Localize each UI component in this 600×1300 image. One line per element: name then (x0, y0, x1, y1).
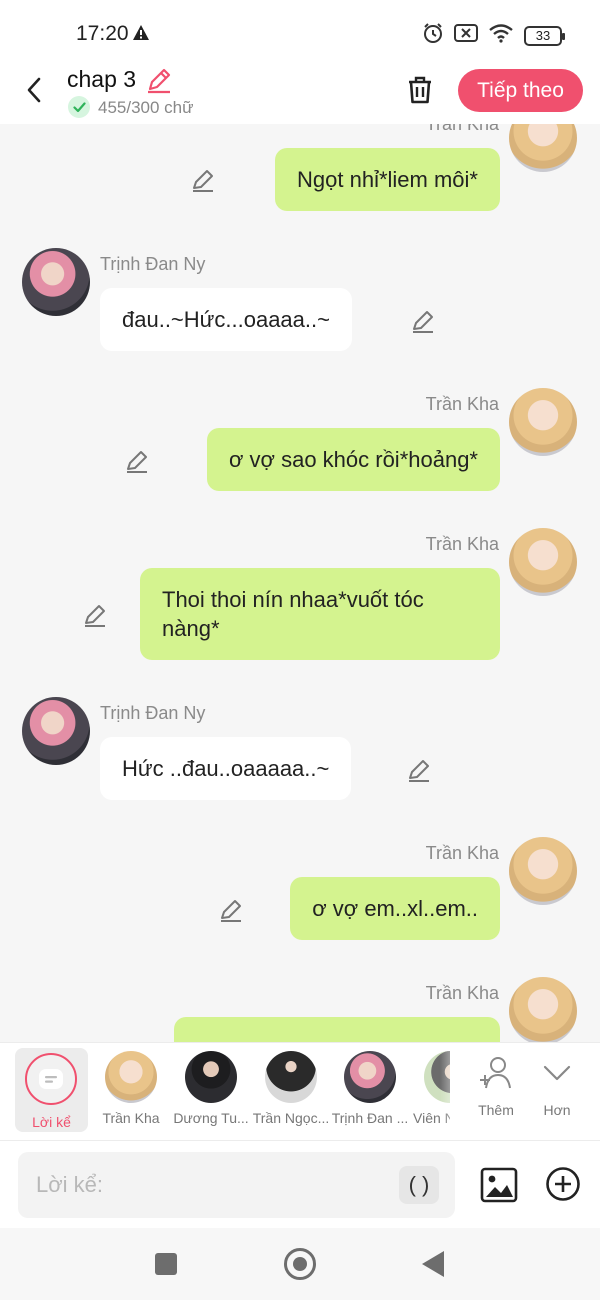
system-nav-bar (0, 1228, 600, 1300)
header: chap 3 455/300 chữ Tiếp theo (0, 62, 600, 124)
message-bubble[interactable]: Hức ..đau..oaaaaa..~ (100, 737, 352, 800)
back-button[interactable] (18, 74, 50, 106)
warning-icon (132, 24, 150, 46)
character-item[interactable]: Trần Kha (91, 1051, 171, 1126)
status-bar: 17:20 33 (0, 0, 600, 62)
character-bar: Lời kể Trần Kha Dương Tu... Trần Ngọc...… (0, 1042, 600, 1141)
more-label: Hơn (543, 1102, 571, 1118)
character-name: Trịnh Đan ... (331, 1110, 409, 1126)
chapter-title[interactable]: chap 3 (67, 66, 136, 93)
add-character-label: Thêm (478, 1102, 514, 1118)
chevron-left-icon (27, 77, 41, 103)
avatar (185, 1051, 237, 1103)
sender-name: Trần Kha (425, 983, 499, 1003)
status-icons: 33 (422, 22, 565, 49)
message-left: Trịnh Đan Ny đau..~Hức...oaaaa..~ (0, 248, 600, 358)
message-bubble[interactable]: ơ vợ sao khóc rồi*hoảng* (207, 428, 500, 491)
avatar (265, 1051, 317, 1103)
edit-message-icon[interactable] (82, 602, 108, 628)
edit-message-icon[interactable] (406, 757, 432, 783)
sender-name: Trịnh Đan Ny (100, 703, 206, 723)
input-placeholder: Lời kể: (36, 1172, 104, 1197)
character-item[interactable]: Trịnh Đan ... (330, 1051, 410, 1126)
edit-message-icon[interactable] (190, 167, 216, 193)
edit-title-icon[interactable] (145, 66, 173, 99)
wifi-icon (488, 23, 514, 48)
image-icon[interactable] (480, 1166, 518, 1204)
message-right: Trần Kha Thoi thoi nín nhaa*vuốt tóc nàn… (0, 528, 600, 668)
battery-icon: 33 (524, 25, 565, 46)
sender-name: Trần Kha (425, 394, 499, 414)
edit-message-icon[interactable] (218, 897, 244, 923)
avatar[interactable] (509, 977, 577, 1042)
sim-off-icon (454, 23, 478, 48)
message-right: Trần Kha Ngọt nhỉ*liem môi* (0, 124, 600, 214)
character-name: Trần Kha (102, 1110, 160, 1126)
character-name: Trần Ngọc... (252, 1110, 330, 1126)
avatar[interactable] (509, 388, 577, 456)
narration-label: Lời kể (32, 1114, 71, 1130)
message-bubble[interactable] (174, 1017, 500, 1042)
home-button[interactable] (284, 1248, 316, 1280)
add-icon[interactable] (545, 1166, 581, 1202)
message-bubble[interactable]: ơ vợ em..xl..em.. (290, 877, 500, 940)
parentheses-button[interactable]: ( ) (399, 1166, 439, 1204)
message-right: Trần Kha (0, 977, 600, 1042)
character-name: Dương Tu... (173, 1110, 249, 1126)
edit-message-icon[interactable] (410, 308, 436, 334)
composer: Lời kể: ( ) (0, 1140, 600, 1228)
message-left: Trịnh Đan Ny Hức ..đau..oaaaaa..~ (0, 697, 600, 807)
recent-apps-button[interactable] (155, 1253, 177, 1275)
character-item[interactable]: Trần Ngọc... (251, 1051, 331, 1126)
avatar (344, 1051, 396, 1103)
avatar[interactable] (509, 528, 577, 596)
alarm-icon (422, 22, 444, 49)
next-button[interactable]: Tiếp theo (458, 69, 583, 112)
status-time: 17:20 (76, 22, 129, 45)
sender-name: Trần Kha (425, 534, 499, 554)
avatar[interactable] (509, 124, 577, 172)
avatar[interactable] (22, 248, 90, 316)
sender-name: Trịnh Đan Ny (100, 254, 206, 274)
sender-name: Trần Kha (425, 843, 499, 863)
more-button[interactable]: Hơn (527, 1055, 587, 1118)
sender-name: Trần Kha (425, 124, 499, 134)
message-right: Trần Kha ơ vợ sao khóc rồi*hoảng* (0, 388, 600, 498)
narration-input[interactable]: Lời kể: ( ) (18, 1152, 455, 1218)
narration-tab[interactable]: Lời kể (15, 1048, 88, 1132)
back-nav-button[interactable] (422, 1251, 444, 1277)
message-bubble[interactable]: đau..~Hức...oaaaa..~ (100, 288, 352, 351)
narration-icon (25, 1053, 77, 1105)
message-bubble[interactable]: Thoi thoi nín nhaa*vuốt tóc nàng* (140, 568, 500, 660)
add-character-button[interactable]: Thêm (466, 1055, 526, 1118)
avatar[interactable] (509, 837, 577, 905)
message-bubble[interactable]: Ngọt nhỉ*liem môi* (275, 148, 500, 211)
avatar[interactable] (22, 697, 90, 765)
edit-message-icon[interactable] (124, 448, 150, 474)
check-icon (68, 96, 90, 118)
word-count: 455/300 chữ (98, 98, 194, 117)
character-item[interactable]: Dương Tu... (171, 1051, 251, 1126)
add-user-icon (480, 1057, 511, 1089)
delete-button[interactable] (402, 72, 438, 108)
chevron-down-icon (543, 1065, 571, 1081)
trash-icon (409, 76, 431, 104)
message-right: Trần Kha ơ vợ em..xl..em.. (0, 837, 600, 947)
avatar (105, 1051, 157, 1103)
chat-area[interactable]: Trần Kha Ngọt nhỉ*liem môi* Trịnh Đan Ny… (0, 124, 600, 1042)
